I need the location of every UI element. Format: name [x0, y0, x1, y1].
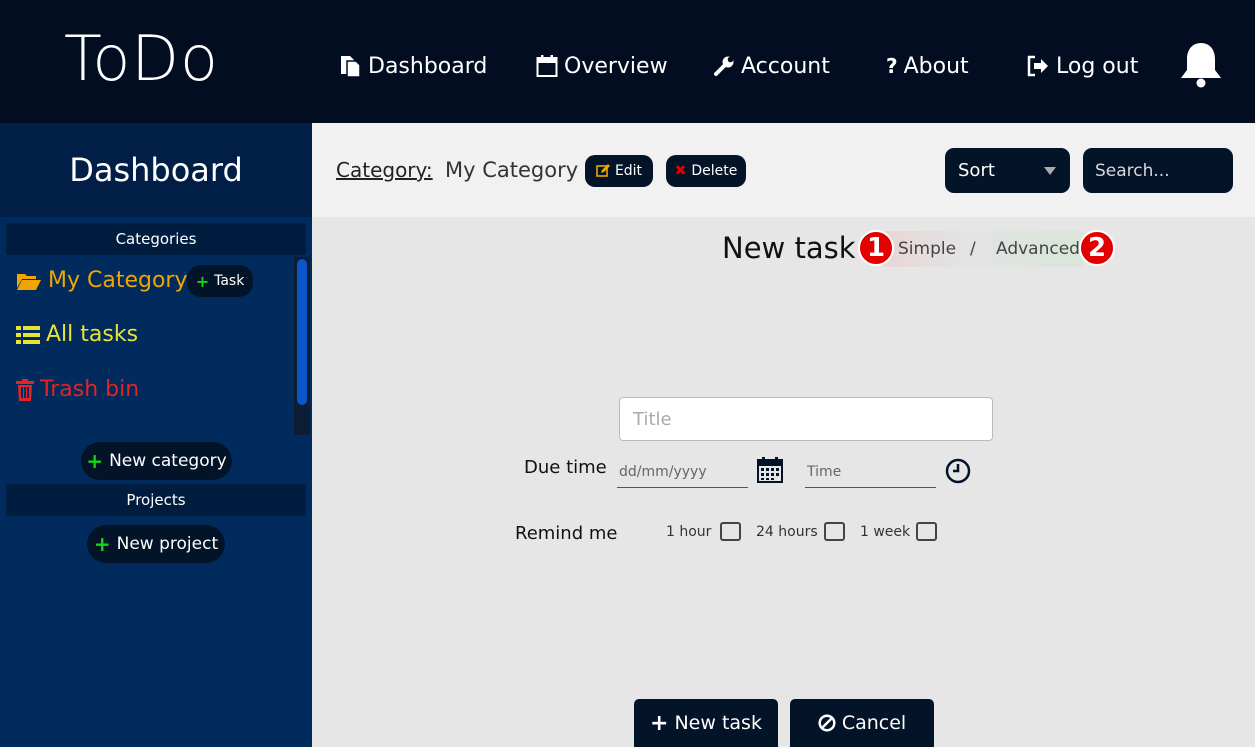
due-date-input[interactable] [617, 456, 748, 488]
mode-advanced[interactable]: Advanced [996, 239, 1080, 259]
calendar-icon[interactable] [757, 457, 783, 483]
nav-logout-label: Log out [1056, 53, 1139, 79]
new-category-label: New category [109, 451, 227, 471]
remind-1-week-checkbox[interactable] [916, 522, 937, 541]
logout-icon [1027, 55, 1048, 77]
mode-separator: / [970, 239, 976, 259]
sidebar-item-all-tasks[interactable]: All tasks [16, 322, 138, 347]
plus-icon: + [93, 532, 111, 556]
add-task-label: Task [214, 273, 245, 289]
category-label: Category: [336, 158, 433, 182]
edit-category-button[interactable]: Edit [585, 155, 653, 187]
ban-icon [818, 714, 836, 732]
submit-label: New task [674, 712, 762, 734]
delete-category-button[interactable]: ✖ Delete [666, 155, 746, 187]
search-input[interactable] [1083, 148, 1233, 193]
edit-icon [596, 164, 610, 177]
sidebar-item-trash-bin[interactable]: Trash bin [16, 377, 139, 402]
title-input[interactable] [619, 397, 993, 441]
cancel-label: Cancel [841, 712, 907, 734]
sidebar: Dashboard [0, 123, 312, 747]
nav-logout[interactable]: Log out [1026, 50, 1138, 82]
projects-header: Projects [6, 484, 306, 516]
sidebar-scrollbar-thumb[interactable] [297, 259, 307, 405]
sidebar-title: Dashboard [0, 123, 312, 217]
sidebar-item-label: My Category [48, 268, 188, 293]
trash-icon [16, 378, 34, 401]
documents-icon [341, 56, 361, 78]
submit-new-task-button[interactable]: + New task [634, 699, 778, 747]
nav-dashboard[interactable]: Dashboard [338, 50, 487, 82]
list-icon [16, 325, 40, 344]
step-badge-1: 1 [858, 230, 894, 266]
new-task-heading: New task [722, 231, 856, 265]
remind-1-hour-checkbox[interactable] [720, 522, 741, 541]
close-icon: ✖ [674, 163, 687, 179]
remind-24-hours-label: 24 hours [756, 524, 818, 540]
clock-icon[interactable] [945, 458, 971, 484]
due-time-label: Due time [524, 457, 607, 478]
nav-about[interactable]: ? About [886, 50, 969, 82]
calendar-icon [536, 55, 558, 77]
new-project-label: New project [116, 534, 219, 554]
due-time-input[interactable] [805, 456, 936, 488]
category-header: Category: My Category Edit ✖ Delete Sort [312, 123, 1255, 217]
folder-open-icon [17, 273, 41, 290]
sidebar-item-my-category[interactable]: My Category [16, 268, 188, 293]
remind-1-week-label: 1 week [860, 524, 911, 540]
top-navbar: ToDo Dashboard Overview Account ? About [0, 0, 1255, 123]
delete-label: Delete [691, 163, 738, 179]
nav-about-label: About [903, 53, 969, 79]
sort-label: Sort [958, 160, 995, 181]
categories-header: Categories [6, 223, 306, 255]
add-task-button[interactable]: + Task [187, 265, 253, 297]
remind-me-label: Remind me [515, 523, 618, 544]
nav-overview-label: Overview [564, 53, 668, 79]
plus-icon: + [195, 271, 210, 291]
wrench-icon [714, 56, 734, 76]
category-name: My Category [445, 158, 579, 182]
sidebar-item-label: All tasks [46, 322, 139, 347]
plus-icon: + [650, 710, 669, 736]
nav-overview[interactable]: Overview [536, 50, 668, 82]
chevron-down-icon [1044, 167, 1056, 175]
nav-dashboard-label: Dashboard [368, 53, 488, 79]
remind-1-hour-label: 1 hour [666, 524, 712, 540]
sort-select[interactable]: Sort [945, 148, 1070, 193]
cancel-button[interactable]: Cancel [790, 699, 934, 747]
nav-account-label: Account [741, 53, 830, 79]
step-badge-2: 2 [1079, 230, 1115, 266]
remind-24-hours-checkbox[interactable] [824, 522, 845, 541]
sidebar-item-label: Trash bin [40, 377, 140, 402]
question-icon: ? [886, 54, 898, 78]
new-category-button[interactable]: + New category [81, 442, 232, 480]
mode-toggle: Simple / Advanced [883, 231, 1083, 267]
nav-account[interactable]: Account [713, 50, 830, 82]
app-logo[interactable]: ToDo [64, 22, 219, 95]
bell-icon[interactable] [1178, 40, 1224, 88]
plus-icon: + [86, 449, 104, 473]
edit-label: Edit [614, 163, 643, 179]
new-project-button[interactable]: + New project [87, 525, 225, 563]
mode-simple[interactable]: Simple [898, 239, 956, 259]
